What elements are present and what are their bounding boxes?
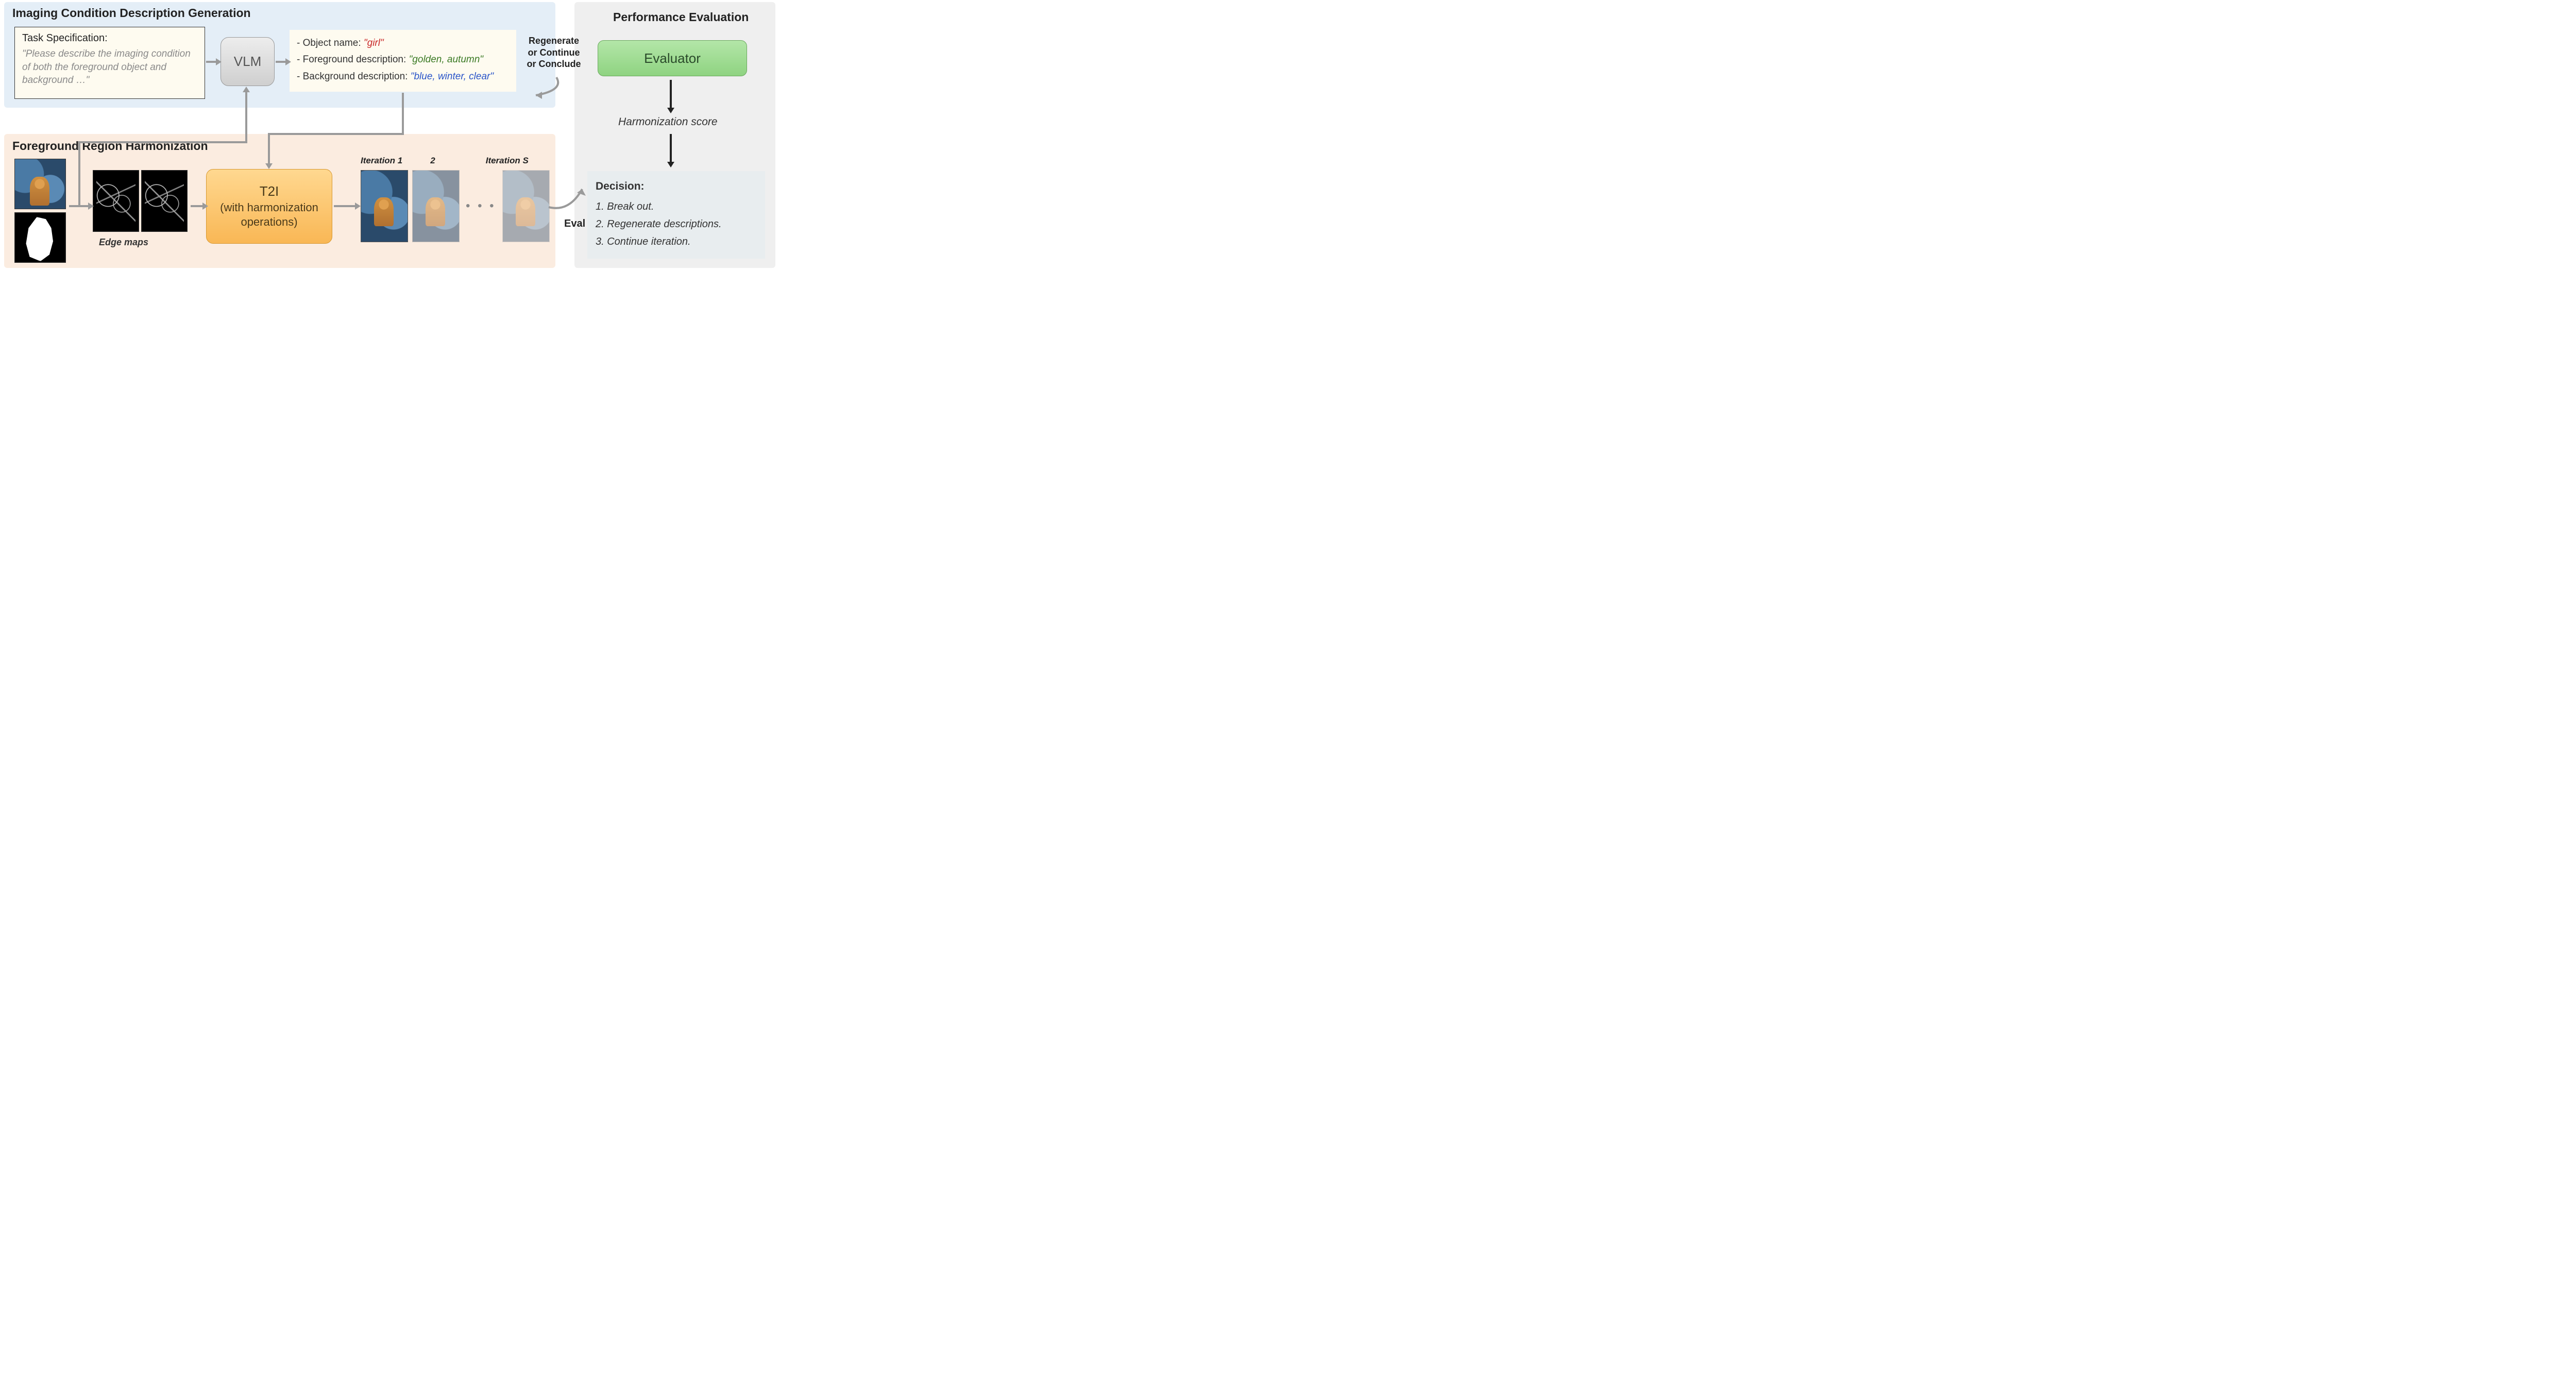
bg-desc-label: - Background description: xyxy=(297,71,411,82)
imaging-title: Imaging Condition Description Generation xyxy=(12,6,251,20)
eval-arrow xyxy=(546,181,598,225)
arrow-t2i-to-iters xyxy=(334,205,355,207)
vlm-block: VLM xyxy=(221,37,275,86)
decision-title: Decision: xyxy=(596,177,757,196)
arrow-input-to-vlm-end xyxy=(245,92,247,143)
edge-maps xyxy=(93,170,188,232)
iteration-image-s xyxy=(502,170,550,242)
ellipsis-icon: • • • xyxy=(466,199,496,213)
arrow-vlm-to-desc xyxy=(276,61,286,63)
t2i-block: T2I (with harmonization operations) xyxy=(206,169,332,244)
decision-item-2: 2. Regenerate descriptions. xyxy=(596,215,757,233)
harmonization-score-label: Harmonization score xyxy=(618,116,718,128)
arrow-edge-to-t2i xyxy=(191,205,203,207)
t2i-title: T2I xyxy=(260,183,279,200)
edge-map-1 xyxy=(93,170,139,232)
arrow-input-to-vlm-v xyxy=(78,142,80,206)
iteration-image-2 xyxy=(412,170,460,242)
iteration-image-1 xyxy=(361,170,408,242)
fg-desc-label: - Foreground description: xyxy=(297,54,409,65)
decision-item-3: 3. Continue iteration. xyxy=(596,233,757,250)
arrow-desc-to-t2i-v2 xyxy=(268,133,270,164)
object-name-line: - Object name: "girl" xyxy=(297,35,509,52)
decision-item-1: 1. Break out. xyxy=(596,198,757,215)
foreground-mask xyxy=(14,212,66,263)
bg-desc-line: - Background description: "blue, winter,… xyxy=(297,69,509,85)
iter-label-1: Iteration 1 xyxy=(361,156,402,166)
iter-label-2: 2 xyxy=(430,156,435,166)
arrow-desc-to-t2i-v1 xyxy=(402,93,404,134)
descriptions-box: - Object name: "girl" - Foreground descr… xyxy=(290,30,516,92)
feedback-arrow xyxy=(515,72,567,106)
iteration-labels: Iteration 1 2 Iteration S xyxy=(361,156,529,166)
performance-title: Performance Evaluation xyxy=(613,10,749,24)
evaluator-block: Evaluator xyxy=(598,40,747,76)
task-spec-text: "Please describe the imaging condition o… xyxy=(22,47,197,87)
edge-map-2 xyxy=(141,170,188,232)
arrow-score-to-decision xyxy=(670,134,672,162)
fg-desc-value: "golden, autumn" xyxy=(409,54,483,65)
task-spec-label: Task Specification: xyxy=(22,32,197,44)
decision-box: Decision: 1. Break out. 2. Regenerate de… xyxy=(587,171,765,259)
fg-desc-line: - Foreground description: "golden, autum… xyxy=(297,52,509,68)
task-spec-box: Task Specification: "Please describe the… xyxy=(14,27,205,99)
bg-desc-value: "blue, winter, clear" xyxy=(411,71,494,82)
feedback-label: Regenerate or Continue or Conclude xyxy=(523,35,585,70)
iterations-row: • • • xyxy=(361,170,550,242)
composite-image xyxy=(14,159,66,209)
input-images xyxy=(14,159,66,263)
object-name-value: "girl" xyxy=(364,38,384,48)
t2i-subtitle: (with harmonization operations) xyxy=(207,200,332,230)
arrow-task-to-vlm xyxy=(206,61,216,63)
arrow-evaluator-to-score xyxy=(670,80,672,108)
edge-maps-label: Edge maps xyxy=(99,237,148,248)
iter-label-s: Iteration S xyxy=(486,156,529,166)
object-name-label: - Object name: xyxy=(297,38,364,48)
arrow-input-to-vlm-h xyxy=(78,141,246,143)
arrow-desc-to-t2i-h xyxy=(268,133,404,135)
